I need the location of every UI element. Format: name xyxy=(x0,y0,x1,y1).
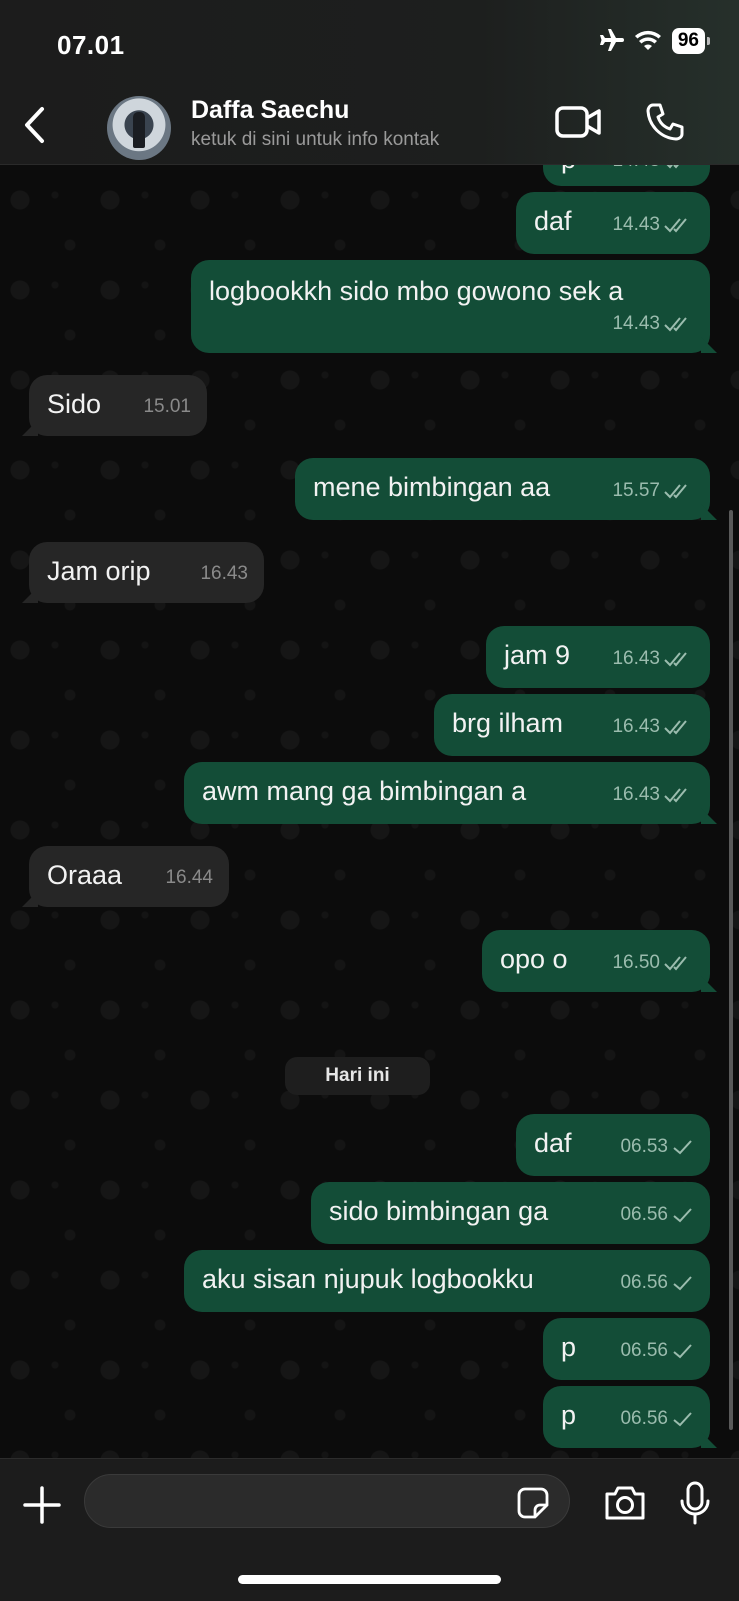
message-bubble-outgoing[interactable]: p 06.56 xyxy=(543,1386,717,1448)
message-meta: 06.56 xyxy=(620,1334,694,1368)
camera-icon xyxy=(605,1486,645,1520)
sticker-icon xyxy=(517,1487,549,1519)
double-check-icon xyxy=(664,720,687,735)
message-meta: 16.44 xyxy=(165,861,213,895)
voice-call-button[interactable] xyxy=(645,102,685,142)
message-time: 14.43 xyxy=(612,214,660,235)
message-meta: 14.43 xyxy=(612,208,694,242)
day-separator: Hari ini xyxy=(285,1057,430,1095)
video-call-button[interactable] xyxy=(555,104,603,140)
message-meta: 15.57 xyxy=(612,474,694,508)
message-meta: 16.43 xyxy=(200,557,248,591)
message-bubble-outgoing[interactable]: mene bimbingan aa 15.57 xyxy=(295,458,717,520)
battery-indicator: 96 xyxy=(671,28,711,54)
double-check-icon xyxy=(664,652,687,667)
message-text: jam 9 xyxy=(504,640,571,670)
contact-info-hint[interactable]: ketuk di sini untuk info kontak xyxy=(191,129,439,151)
chat-scrollbar[interactable] xyxy=(729,510,733,1430)
message-bubble-incoming[interactable]: Jam orip 16.43 xyxy=(22,542,264,603)
double-check-icon xyxy=(664,956,687,971)
double-check-icon xyxy=(664,788,687,803)
message-bubble-outgoing[interactable]: sido bimbingan ga 06.56 xyxy=(311,1182,710,1244)
message-text: logbookkh sido mbo gowono sek a xyxy=(209,276,624,306)
message-bubble-outgoing[interactable]: daf 06.53 xyxy=(516,1114,710,1176)
message-meta: 14.43 xyxy=(612,307,694,341)
attach-button[interactable] xyxy=(22,1485,62,1525)
message-bubble-outgoing[interactable]: aku sisan njupuk logbookku 06.56 xyxy=(184,1250,710,1312)
message-time: 06.56 xyxy=(620,1340,668,1361)
phone-icon xyxy=(646,103,684,141)
message-time: 16.50 xyxy=(612,952,660,973)
message-text: brg ilham xyxy=(452,708,564,738)
chat-header: 07.01 96 Daffa Saechu ketuk di sini untu… xyxy=(0,0,739,165)
message-meta: 06.56 xyxy=(620,1198,694,1232)
message-time: 06.56 xyxy=(620,1204,668,1225)
message-bubble-outgoing[interactable]: p 06.56 xyxy=(543,1318,710,1380)
message-time: 15.57 xyxy=(612,480,660,501)
avatar[interactable] xyxy=(107,96,171,160)
message-bubble-outgoing[interactable]: brg ilham 16.43 xyxy=(434,694,710,756)
message-time: 06.53 xyxy=(620,1136,668,1157)
message-time: 16.43 xyxy=(612,716,660,737)
message-text: Jam orip xyxy=(47,556,151,586)
wifi-icon xyxy=(634,30,662,52)
status-icons: 96 xyxy=(596,28,711,54)
single-check-icon xyxy=(673,1208,692,1223)
airplane-icon xyxy=(596,28,624,54)
video-camera-icon xyxy=(555,106,601,138)
double-check-icon xyxy=(664,484,687,499)
microphone-button[interactable] xyxy=(678,1481,712,1525)
plus-icon xyxy=(23,1486,61,1524)
message-text: p xyxy=(561,1400,577,1430)
single-check-icon xyxy=(673,1412,692,1427)
message-bubble-incoming[interactable]: Oraaa 16.44 xyxy=(22,846,229,907)
message-meta: 16.43 xyxy=(612,642,694,676)
microphone-icon xyxy=(680,1481,710,1525)
message-time: 16.43 xyxy=(612,648,660,669)
back-button[interactable] xyxy=(18,105,52,145)
contact-name[interactable]: Daffa Saechu xyxy=(191,96,349,125)
message-time: 16.43 xyxy=(200,563,248,584)
message-meta: 15.01 xyxy=(143,390,191,424)
single-check-icon xyxy=(673,1276,692,1291)
message-time: 16.44 xyxy=(165,867,213,888)
message-meta: 06.56 xyxy=(620,1402,694,1436)
message-text: Oraaa xyxy=(47,860,123,890)
double-check-icon xyxy=(664,218,687,233)
message-time: 06.56 xyxy=(620,1408,668,1429)
double-check-icon xyxy=(664,317,687,332)
message-text: mene bimbingan aa xyxy=(313,472,551,502)
chevron-left-icon xyxy=(25,107,44,143)
message-meta: 16.50 xyxy=(612,946,694,980)
message-bubble-incoming[interactable]: Sido 15.01 xyxy=(22,375,207,436)
message-time: 14.43 xyxy=(612,313,660,334)
message-text: awm mang ga bimbingan a xyxy=(202,776,527,806)
message-text: p xyxy=(561,1332,577,1362)
status-time: 07.01 xyxy=(57,30,125,60)
message-input[interactable] xyxy=(84,1474,570,1528)
single-check-icon xyxy=(673,1344,692,1359)
message-time: 06.56 xyxy=(620,1272,668,1293)
camera-button[interactable] xyxy=(603,1484,647,1522)
message-text: aku sisan njupuk logbookku xyxy=(202,1264,534,1294)
message-bubble-outgoing[interactable]: logbookkh sido mbo gowono sek a 14.43 xyxy=(191,260,717,353)
message-text: Sido xyxy=(47,389,102,419)
message-text: opo o xyxy=(500,944,568,974)
message-bubble-outgoing[interactable]: awm mang ga bimbingan a 16.43 xyxy=(184,762,717,824)
message-meta: 06.56 xyxy=(620,1266,694,1300)
message-meta: 06.53 xyxy=(620,1130,694,1164)
message-meta: 16.43 xyxy=(612,710,694,744)
sticker-button[interactable] xyxy=(516,1486,550,1520)
message-meta: 16.43 xyxy=(612,778,694,812)
message-time: 15.01 xyxy=(143,396,191,417)
message-time: 16.43 xyxy=(612,784,660,805)
message-bubble-outgoing[interactable]: daf 14.43 xyxy=(516,192,710,254)
single-check-icon xyxy=(673,1140,692,1155)
message-bubble-outgoing[interactable]: opo o 16.50 xyxy=(482,930,717,992)
message-text: sido bimbingan ga xyxy=(329,1196,549,1226)
home-indicator xyxy=(238,1575,501,1584)
message-bubble-outgoing[interactable]: jam 9 16.43 xyxy=(486,626,710,688)
message-text: daf xyxy=(534,206,572,236)
message-text: daf xyxy=(534,1128,572,1158)
